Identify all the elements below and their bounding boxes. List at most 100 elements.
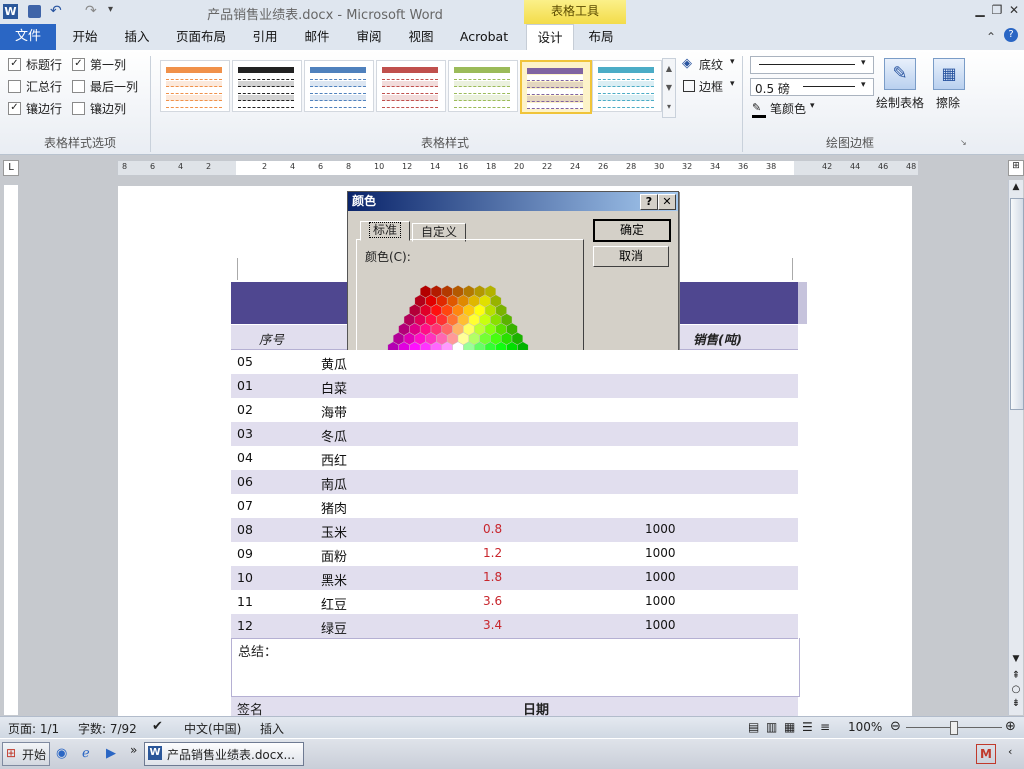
insert-mode[interactable]: 插入 <box>260 720 284 737</box>
web-layout-icon[interactable]: ▦ <box>784 720 795 734</box>
cancel-button[interactable]: 取消 <box>593 246 669 267</box>
dialog-help-button[interactable]: ? <box>640 194 658 210</box>
tab-file[interactable]: 文件 <box>0 24 56 50</box>
show-desktop-icon[interactable]: ◉ <box>56 746 67 761</box>
table-row[interactable]: 08 玉米 0.8 1000 <box>231 518 798 543</box>
tab-references[interactable]: 引用 <box>244 24 286 50</box>
banded-rows-checkbox[interactable]: ✓ <box>8 102 21 115</box>
internet-explorer-icon[interactable]: ℯ <box>82 746 90 761</box>
table-row[interactable]: 01 白菜 <box>231 374 798 399</box>
eraser-icon[interactable]: ▦ <box>933 58 965 90</box>
table-row[interactable]: 05 黄瓜 <box>231 350 798 375</box>
pen-color-button[interactable]: 笔颜色 <box>770 100 806 117</box>
table-style-swatch[interactable] <box>304 60 374 112</box>
previous-page-icon[interactable]: ⇞ <box>1009 670 1023 681</box>
language-indicator[interactable]: 中文(中国) <box>184 720 241 737</box>
eraser-button[interactable]: 擦除 <box>936 94 960 111</box>
page-count[interactable]: 页面: 1/1 <box>8 720 59 737</box>
scroll-up-icon[interactable]: ▲ <box>1009 182 1023 192</box>
tab-review[interactable]: 审阅 <box>348 24 390 50</box>
line-style-select[interactable]: ▾ <box>750 56 874 74</box>
tab-view[interactable]: 视图 <box>400 24 442 50</box>
tray-app-icon[interactable]: M <box>976 744 996 764</box>
browse-object-icon[interactable]: ○ <box>1009 684 1023 695</box>
ok-button[interactable]: 确定 <box>593 219 671 242</box>
table-row[interactable]: 06 南瓜 <box>231 470 798 495</box>
table-row[interactable]: 12 绿豆 3.4 1000 <box>231 614 798 639</box>
table-row[interactable]: 07 猪肉 <box>231 494 798 519</box>
vertical-ruler[interactable] <box>3 184 19 716</box>
help-icon[interactable]: ? <box>1004 28 1018 42</box>
horizontal-ruler[interactable]: 8 6 4 2 2 4 6 8 10 12 14 16 18 20 22 24 26 28 30 32 34 36 38 42… <box>117 160 919 176</box>
shading-button[interactable]: 底纹 <box>699 56 723 73</box>
zoom-level[interactable]: 100% <box>848 720 882 734</box>
scroll-thumb[interactable] <box>1010 198 1024 410</box>
draw-table-button[interactable]: 绘制表格 <box>876 94 924 111</box>
tab-home[interactable]: 开始 <box>62 24 108 50</box>
table-row-end <box>798 282 807 324</box>
table-row[interactable]: 02 海带 <box>231 398 798 423</box>
tab-standard[interactable]: 标准 <box>360 221 410 241</box>
table-row[interactable]: 09 面粉 1.2 1000 <box>231 542 798 567</box>
first-column-checkbox[interactable]: ✓ <box>72 58 85 71</box>
minimize-icon[interactable]: ▁ <box>972 3 988 19</box>
dialog-title-bar[interactable]: 颜色 <box>348 192 678 211</box>
view-ruler-icon[interactable]: ⊞ <box>1008 160 1024 176</box>
dialog-close-button[interactable]: ✕ <box>658 194 676 210</box>
media-player-icon[interactable]: ▶ <box>106 746 116 761</box>
full-screen-reading-icon[interactable]: ▥ <box>766 720 777 734</box>
summary-cell[interactable]: 总结： <box>231 638 800 697</box>
tab-insert[interactable]: 插入 <box>114 24 160 50</box>
draw-table-icon[interactable]: ✎ <box>884 58 916 90</box>
borders-button[interactable]: 边框 <box>699 78 723 95</box>
zoom-in-icon[interactable]: ⊕ <box>1005 719 1016 734</box>
gallery-scroll[interactable]: ▲ ▼ ▾ <box>662 58 676 118</box>
tab-mailings[interactable]: 邮件 <box>296 24 338 50</box>
vertical-scrollbar[interactable]: ▲ ▼ ⇞ ○ ⇟ <box>1008 180 1024 715</box>
scroll-down-icon[interactable]: ▼ <box>1009 654 1023 664</box>
more-quick-launch-icon[interactable]: » <box>130 743 137 757</box>
zoom-out-icon[interactable]: ⊖ <box>890 719 901 734</box>
table-style-swatch[interactable] <box>520 60 592 114</box>
table-row[interactable]: 04 西红 <box>231 446 798 471</box>
total-row-checkbox[interactable] <box>8 80 21 93</box>
sign-row[interactable]: 签名 日期 <box>231 697 798 718</box>
table-style-swatch[interactable] <box>592 60 662 112</box>
tab-acrobat[interactable]: Acrobat <box>452 24 516 50</box>
zoom-slider-thumb[interactable] <box>950 721 958 735</box>
shading-icon[interactable]: ◈ <box>682 56 692 71</box>
tab-design[interactable]: 设计 <box>526 24 574 51</box>
table-row[interactable]: 11 红豆 3.6 1000 <box>231 590 798 615</box>
draft-icon[interactable]: ≡ <box>820 720 830 734</box>
close-window-icon[interactable]: ✕ <box>1006 3 1022 19</box>
collapse-ribbon-icon[interactable]: ⌃ <box>986 30 996 44</box>
tray-expand-icon[interactable]: ‹ <box>1008 745 1012 758</box>
table-row[interactable]: 03 冬瓜 <box>231 422 798 447</box>
word-count[interactable]: 字数: 7/92 <box>78 720 137 737</box>
tab-page-layout[interactable]: 页面布局 <box>170 24 232 50</box>
tab-selector-icon[interactable]: L <box>3 160 19 176</box>
restore-icon[interactable]: ❐ <box>989 3 1005 19</box>
tab-layout[interactable]: 布局 <box>580 24 622 50</box>
start-button[interactable]: ⊞ 开始 <box>2 742 50 766</box>
table-style-swatch[interactable] <box>448 60 518 112</box>
dialog-launcher-icon[interactable]: ↘ <box>960 138 967 147</box>
outline-icon[interactable]: ☰ <box>802 720 813 734</box>
banded-columns-checkbox[interactable] <box>72 102 85 115</box>
line-weight-select[interactable]: 0.5 磅 ▾ <box>750 78 874 96</box>
table-row[interactable]: 10 黑米 1.8 1000 <box>231 566 798 591</box>
table-style-swatch[interactable] <box>232 60 302 112</box>
pen-color-icon[interactable]: ✎ <box>752 101 766 118</box>
header-row-checkbox[interactable]: ✓ <box>8 58 21 71</box>
proofing-icon[interactable]: ✔ <box>152 719 163 734</box>
table-style-swatch[interactable] <box>160 60 230 112</box>
print-layout-icon[interactable]: ▤ <box>748 720 759 734</box>
borders-icon[interactable] <box>683 80 695 92</box>
last-column-checkbox[interactable] <box>72 80 85 93</box>
chevron-down-icon[interactable]: ▾ <box>730 57 735 67</box>
next-page-icon[interactable]: ⇟ <box>1009 698 1023 709</box>
chevron-down-icon[interactable]: ▾ <box>810 101 815 111</box>
taskbar-item-word[interactable]: W 产品销售业绩表.docx... <box>144 742 304 766</box>
chevron-down-icon[interactable]: ▾ <box>730 79 735 89</box>
table-style-swatch[interactable] <box>376 60 446 112</box>
